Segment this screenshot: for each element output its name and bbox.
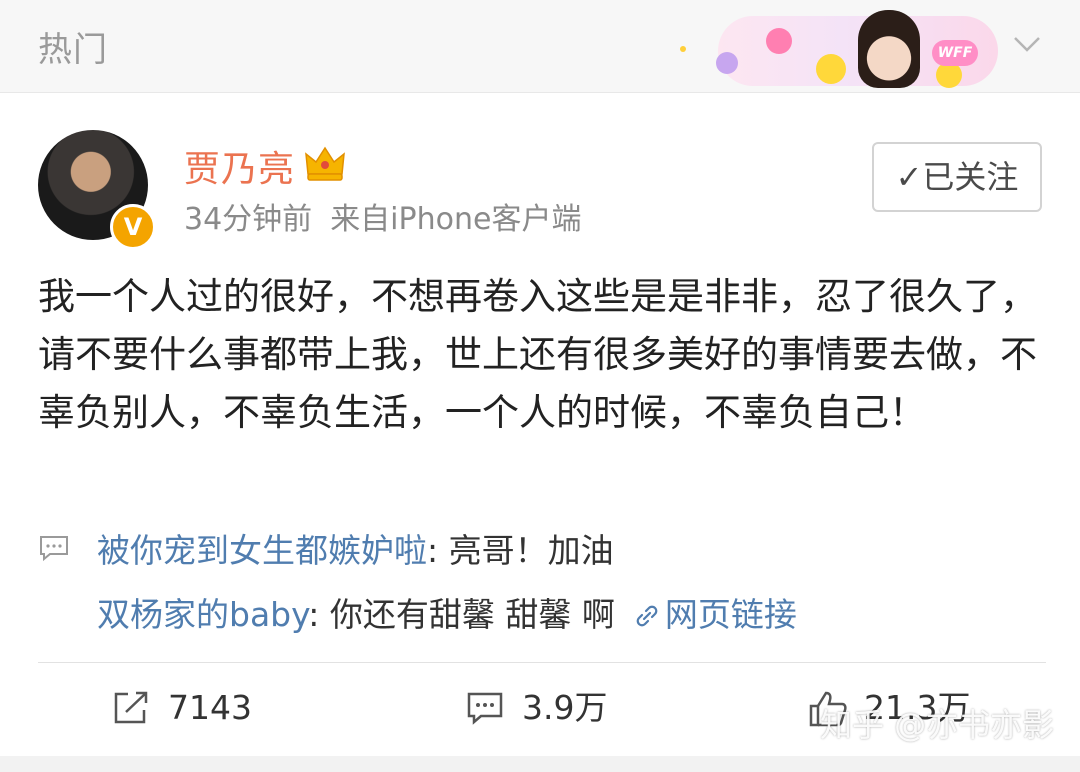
comment-item[interactable]: 双杨家的baby: 你还有甜馨 甜馨 啊 网页链接 <box>97 588 797 636</box>
watermark: 知乎 @亦书亦影 <box>820 706 1055 744</box>
verified-badge-icon: V <box>110 204 156 250</box>
follow-button[interactable]: ✓已关注 <box>872 142 1042 212</box>
celebrity-portrait <box>858 10 920 88</box>
post-time: 34分钟前 <box>184 202 313 237</box>
post-text: 我一个人过的很好，不想再卷入这些是是非非，忍了很久了，请不要什么事都带上我，世上… <box>38 275 1037 434</box>
chevron-down-icon[interactable] <box>1012 34 1042 54</box>
comment-item[interactable]: 被你宠到女生都嫉妒啦: 亮哥！加油 <box>97 524 614 572</box>
web-link-label: 网页链接 <box>664 595 797 634</box>
comment-nickname[interactable]: 被你宠到女生都嫉妒啦 <box>97 531 427 570</box>
comment-button[interactable]: 3.9万 <box>466 684 666 732</box>
comment-icon <box>467 692 503 725</box>
bottom-strip <box>0 756 1080 772</box>
repost-count: 7143 <box>168 688 252 727</box>
divider <box>38 662 1046 663</box>
comment-text: : 你还有甜馨 甜馨 啊 <box>308 595 615 634</box>
link-icon <box>636 605 658 627</box>
planet-icon <box>716 52 738 74</box>
promo-banner[interactable]: WFF <box>668 6 998 88</box>
share-icon <box>114 691 148 724</box>
top-bar: 热门 WFF <box>0 0 1080 93</box>
comment-icon <box>40 536 68 562</box>
post-meta: 34分钟前 来自iPhone客户端 <box>184 194 581 238</box>
banner-badge: WFF <box>932 40 978 66</box>
crown-icon <box>305 146 345 181</box>
post-source: 来自iPhone客户端 <box>330 202 582 237</box>
ball-icon <box>766 28 792 54</box>
comment-text: : 亮哥！加油 <box>427 531 614 570</box>
web-link[interactable]: 网页链接 <box>633 595 797 634</box>
sparkle-icon <box>680 46 686 52</box>
comment-nickname[interactable]: 双杨家的baby <box>97 595 308 634</box>
page-title: 热门 <box>38 30 108 70</box>
chick-mascot-icon <box>816 54 846 84</box>
repost-button[interactable]: 7143 <box>112 684 312 732</box>
username[interactable]: 贾乃亮 <box>184 140 295 192</box>
comment-count: 3.9万 <box>522 688 608 727</box>
